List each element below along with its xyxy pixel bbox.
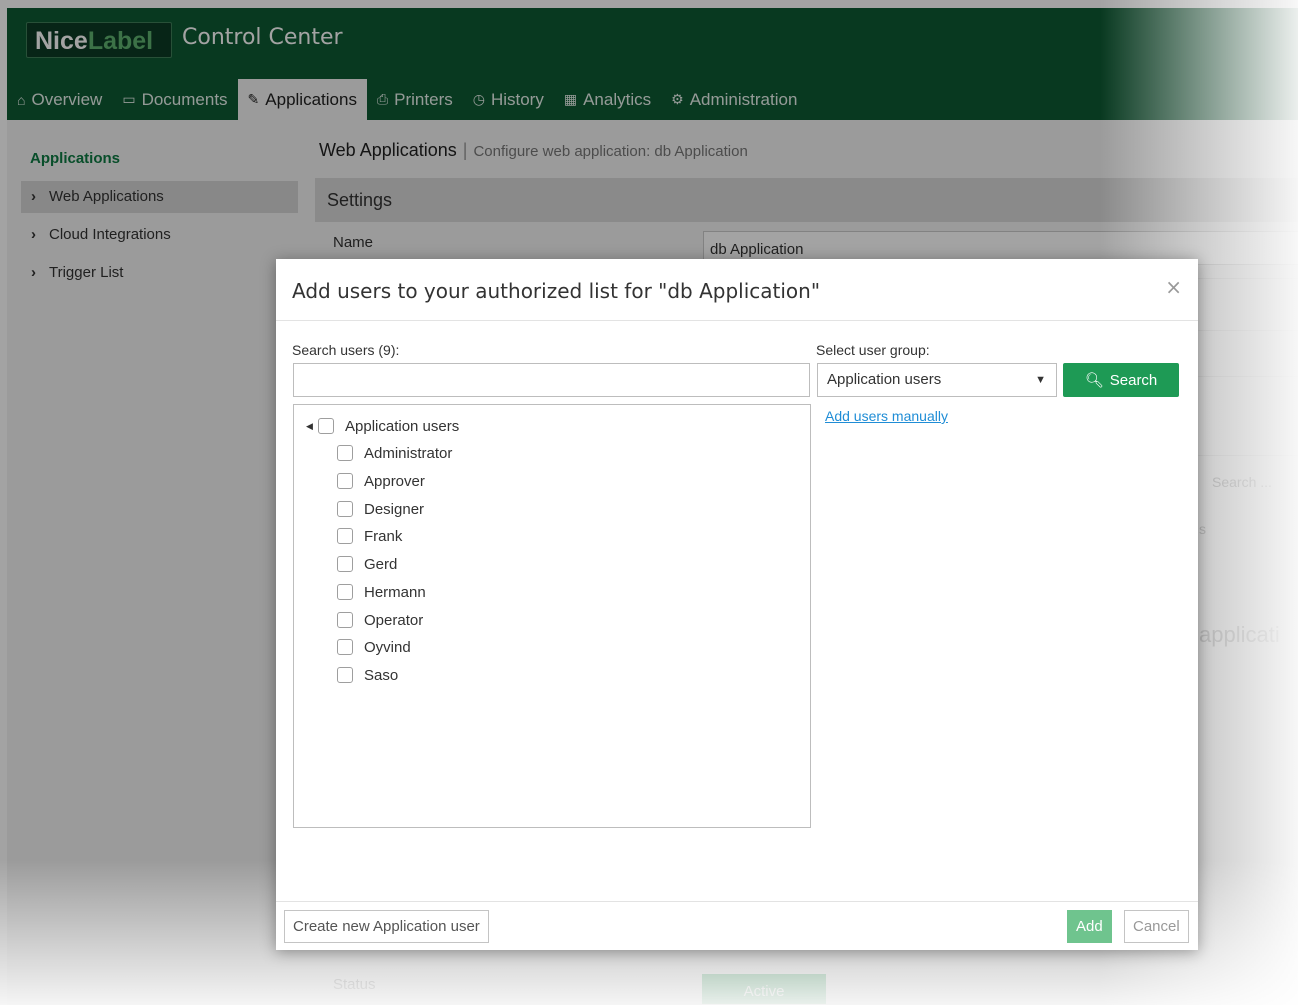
tree-root-checkbox[interactable]	[318, 418, 334, 434]
sidebar-item-cloud-integrations[interactable]: › Cloud Integrations	[21, 219, 298, 251]
user-checkbox[interactable]	[337, 612, 353, 628]
background-search-input: Search ...	[1212, 474, 1272, 490]
create-application-user-button[interactable]: Create new Application user	[284, 910, 489, 943]
divider	[276, 320, 1198, 321]
main-nav: ⌂ Overview ▭ Documents ✎ Applications ⎙ Prin…	[7, 79, 1298, 120]
user-group-select[interactable]: Application users ▼	[817, 363, 1057, 397]
settings-header: Settings	[315, 178, 1298, 222]
list-item[interactable]: Oyvind	[337, 636, 411, 658]
list-item[interactable]: Saso	[337, 664, 398, 686]
nav-documents[interactable]: ▭ Documents	[112, 79, 237, 120]
gears-icon: ⚙	[671, 91, 684, 107]
sidebar-title: Applications	[30, 150, 121, 167]
list-item[interactable]: Frank	[337, 525, 402, 547]
chevron-right-icon: ›	[31, 264, 36, 281]
sidebar: Applications › Web Applications › Cloud In…	[7, 120, 307, 720]
home-icon: ⌂	[17, 91, 26, 108]
drive-icon: ▭	[122, 91, 136, 107]
clock-icon: ◷	[472, 91, 485, 107]
chevron-right-icon: ›	[31, 226, 36, 243]
search-users-input[interactable]	[293, 363, 810, 397]
status-label: Status	[333, 976, 376, 993]
user-checkbox[interactable]	[337, 639, 353, 655]
user-tree: ◀ Application users Administrator Approv…	[293, 404, 811, 828]
breadcrumb-main[interactable]: Web Applications	[319, 140, 457, 160]
breadcrumb-sub: Configure web application: db Applicatio…	[473, 143, 748, 160]
search-button[interactable]: 🔍︎ Search	[1063, 363, 1179, 397]
background-text-fragment: s	[1199, 521, 1206, 537]
nav-administration[interactable]: ⚙ Administration	[661, 79, 807, 120]
collapse-triangle-icon[interactable]: ◀	[306, 421, 318, 432]
user-checkbox[interactable]	[337, 473, 353, 489]
name-label: Name	[333, 234, 374, 251]
list-item[interactable]: Approver	[337, 470, 425, 492]
tree-root-label: Application users	[345, 417, 460, 435]
user-checkbox[interactable]	[337, 501, 353, 517]
user-checkbox[interactable]	[337, 584, 353, 600]
sidebar-item-trigger-list[interactable]: › Trigger List	[21, 257, 298, 289]
printer-icon: ⎙	[376, 91, 389, 107]
cancel-button[interactable]: Cancel	[1124, 910, 1189, 943]
breadcrumb-divider: |	[462, 140, 468, 160]
chevron-right-icon: ›	[31, 188, 36, 205]
user-checkbox[interactable]	[337, 667, 353, 683]
user-checkbox[interactable]	[337, 528, 353, 544]
app-title: Control Center	[182, 25, 343, 50]
list-item[interactable]: Hermann	[337, 581, 426, 603]
add-users-manually-link[interactable]: Add users manually	[825, 408, 948, 424]
background-heading-fragment: applicati	[1199, 622, 1280, 647]
nav-history[interactable]: ◷ History	[463, 79, 554, 120]
chart-icon: ▦	[563, 91, 578, 107]
app-header: NiceLabel Control Center ⌂ Overview ▭ Docu…	[7, 8, 1298, 120]
add-button[interactable]: Add	[1067, 910, 1112, 943]
tree-root-application-users[interactable]: ◀ Application users	[306, 415, 459, 437]
list-item[interactable]: Designer	[337, 498, 424, 520]
divider	[276, 901, 1198, 902]
close-icon[interactable]: ×	[1165, 275, 1182, 299]
list-item[interactable]: Administrator	[337, 442, 452, 464]
list-item[interactable]: Operator	[337, 609, 423, 631]
user-checkbox[interactable]	[337, 556, 353, 572]
breadcrumb: Web Applications | Configure web applicati…	[319, 140, 748, 161]
edit-icon: ✎	[247, 91, 260, 107]
dialog-title: Add users to your authorized list for "d…	[292, 279, 821, 303]
nav-printers[interactable]: ⎙ Printers	[367, 79, 463, 120]
caret-down-icon: ▼	[1035, 374, 1046, 386]
nav-analytics[interactable]: ▦ Analytics	[554, 79, 661, 120]
nav-applications[interactable]: ✎ Applications	[237, 79, 367, 120]
status-toggle: Active	[702, 974, 826, 1004]
nav-overview[interactable]: ⌂ Overview	[7, 79, 112, 120]
search-icon: 🔍︎	[1084, 372, 1104, 389]
list-item[interactable]: Gerd	[337, 553, 397, 575]
add-users-dialog: Add users to your authorized list for "d…	[276, 259, 1198, 950]
user-group-label: Select user group:	[816, 342, 930, 358]
nicelabel-logo: NiceLabel	[26, 22, 172, 58]
sidebar-item-web-applications[interactable]: › Web Applications	[21, 181, 298, 213]
search-users-label: Search users (9):	[292, 342, 400, 358]
user-checkbox[interactable]	[337, 445, 353, 461]
